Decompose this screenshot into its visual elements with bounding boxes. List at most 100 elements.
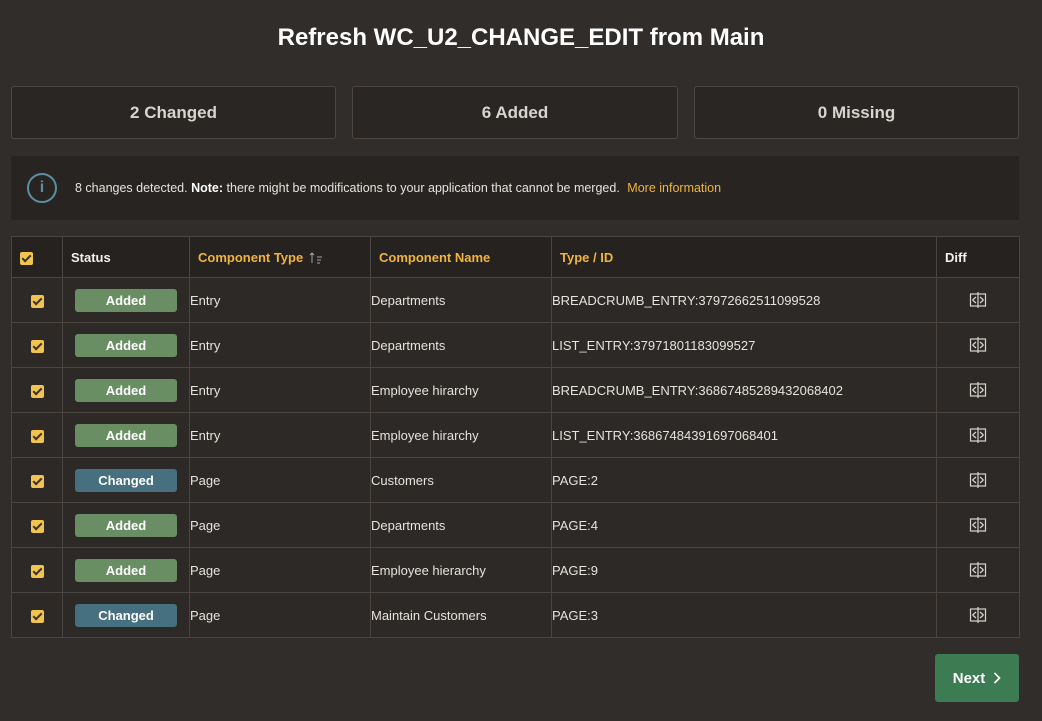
info-text-post: there might be modifications to your app… bbox=[226, 181, 620, 195]
status-cell: Added bbox=[62, 502, 190, 548]
select-all-checkbox[interactable] bbox=[20, 251, 33, 265]
next-button[interactable]: Next bbox=[935, 654, 1019, 702]
diff-cell[interactable] bbox=[936, 322, 1020, 368]
row-select-cell[interactable] bbox=[11, 502, 63, 548]
select-all-header[interactable] bbox=[11, 236, 63, 278]
status-badge: Added bbox=[75, 423, 177, 447]
compare-icon[interactable] bbox=[969, 471, 987, 489]
row-select-cell[interactable] bbox=[11, 322, 63, 368]
type-id-header[interactable]: Type / ID bbox=[551, 236, 937, 278]
row-checkbox[interactable] bbox=[30, 609, 44, 623]
component-type-cell: Entry bbox=[189, 322, 371, 368]
status-badge: Added bbox=[75, 288, 177, 312]
component-type-cell: Page bbox=[189, 502, 371, 548]
status-badge: Changed bbox=[75, 603, 177, 627]
diff-cell[interactable] bbox=[936, 457, 1020, 503]
table-row: Added Entry Employee hirarchy LIST_ENTRY… bbox=[11, 412, 1020, 458]
diff-cell[interactable] bbox=[936, 277, 1020, 323]
component-name-cell: Departments bbox=[370, 502, 552, 548]
status-badge: Added bbox=[75, 513, 177, 537]
table-row: Changed Page Maintain Customers PAGE:3 bbox=[11, 592, 1020, 638]
added-summary-card[interactable]: 6 Added bbox=[352, 86, 678, 139]
type-id-cell: PAGE:4 bbox=[551, 502, 937, 548]
type-id-cell: PAGE:3 bbox=[551, 592, 937, 638]
status-cell: Added bbox=[62, 322, 190, 368]
component-name-cell: Employee hierarchy bbox=[370, 547, 552, 593]
diff-cell[interactable] bbox=[936, 412, 1020, 458]
component-type-cell: Entry bbox=[189, 412, 371, 458]
component-type-cell: Page bbox=[189, 592, 371, 638]
status-badge: Added bbox=[75, 558, 177, 582]
added-count: 6 Added bbox=[481, 102, 549, 122]
missing-summary-card[interactable]: 0 Missing bbox=[694, 86, 1019, 139]
row-checkbox[interactable] bbox=[30, 474, 44, 488]
table-row: Added Entry Departments BREADCRUMB_ENTRY… bbox=[11, 277, 1020, 323]
component-name-cell: Employee hirarchy bbox=[370, 367, 552, 413]
status-cell: Added bbox=[62, 412, 190, 458]
row-checkbox[interactable] bbox=[30, 384, 44, 398]
compare-icon[interactable] bbox=[969, 516, 987, 534]
compare-icon[interactable] bbox=[969, 381, 987, 399]
row-select-cell[interactable] bbox=[11, 592, 63, 638]
compare-icon[interactable] bbox=[969, 291, 987, 309]
table-header-row: Status Component Type Component Name Typ… bbox=[11, 236, 1020, 278]
changed-summary-card[interactable]: 2 Changed bbox=[11, 86, 336, 139]
component-name-cell: Departments bbox=[370, 322, 552, 368]
status-badge: Changed bbox=[75, 468, 177, 492]
status-cell: Added bbox=[62, 277, 190, 323]
info-text-pre: 8 changes detected. bbox=[75, 181, 188, 195]
table-row: Added Page Departments PAGE:4 bbox=[11, 502, 1020, 548]
row-select-cell[interactable] bbox=[11, 367, 63, 413]
chevron-right-icon bbox=[994, 672, 1001, 684]
type-id-cell: BREADCRUMB_ENTRY:36867485289432068402 bbox=[551, 367, 937, 413]
compare-icon[interactable] bbox=[969, 426, 987, 444]
compare-icon[interactable] bbox=[969, 336, 987, 354]
component-type-cell: Page bbox=[189, 457, 371, 503]
row-select-cell[interactable] bbox=[11, 547, 63, 593]
row-select-cell[interactable] bbox=[11, 457, 63, 503]
row-select-cell[interactable] bbox=[11, 277, 63, 323]
row-checkbox[interactable] bbox=[30, 429, 44, 443]
component-name-header[interactable]: Component Name bbox=[370, 236, 552, 278]
row-checkbox[interactable] bbox=[30, 564, 44, 578]
table-row: Added Page Employee hierarchy PAGE:9 bbox=[11, 547, 1020, 593]
table-row: Added Entry Employee hirarchy BREADCRUMB… bbox=[11, 367, 1020, 413]
changed-count: 2 Changed bbox=[130, 102, 217, 122]
component-type-header[interactable]: Component Type bbox=[189, 236, 371, 278]
info-banner: i 8 changes detected. Note: there might … bbox=[11, 156, 1019, 220]
changes-table: Status Component Type Component Name Typ… bbox=[11, 236, 1020, 638]
status-cell: Added bbox=[62, 367, 190, 413]
status-badge: Added bbox=[75, 333, 177, 357]
row-checkbox[interactable] bbox=[30, 519, 44, 533]
type-id-cell: LIST_ENTRY:36867484391697068401 bbox=[551, 412, 937, 458]
diff-cell[interactable] bbox=[936, 592, 1020, 638]
row-select-cell[interactable] bbox=[11, 412, 63, 458]
diff-cell[interactable] bbox=[936, 502, 1020, 548]
component-name-cell: Maintain Customers bbox=[370, 592, 552, 638]
compare-icon[interactable] bbox=[969, 561, 987, 579]
compare-icon[interactable] bbox=[969, 606, 987, 624]
row-checkbox[interactable] bbox=[30, 339, 44, 353]
missing-count: 0 Missing bbox=[817, 102, 896, 122]
more-information-link[interactable]: More information bbox=[627, 181, 721, 195]
diff-cell[interactable] bbox=[936, 547, 1020, 593]
type-id-cell: LIST_ENTRY:37971801183099527 bbox=[551, 322, 937, 368]
table-row: Added Entry Departments LIST_ENTRY:37971… bbox=[11, 322, 1020, 368]
component-type-cell: Entry bbox=[189, 277, 371, 323]
component-type-cell: Entry bbox=[189, 367, 371, 413]
sort-ascending-icon[interactable] bbox=[309, 252, 325, 264]
diff-cell[interactable] bbox=[936, 367, 1020, 413]
type-id-cell: BREADCRUMB_ENTRY:37972662511099528 bbox=[551, 277, 937, 323]
row-checkbox[interactable] bbox=[30, 294, 44, 308]
status-cell: Added bbox=[62, 547, 190, 593]
component-name-cell: Employee hirarchy bbox=[370, 412, 552, 458]
component-type-header-label: Component Type bbox=[198, 249, 304, 265]
diff-header: Diff bbox=[936, 236, 1020, 278]
status-badge: Added bbox=[75, 378, 177, 402]
status-header[interactable]: Status bbox=[62, 236, 190, 278]
info-text: 8 changes detected. Note: there might be… bbox=[75, 181, 721, 195]
type-id-cell: PAGE:9 bbox=[551, 547, 937, 593]
status-cell: Changed bbox=[62, 457, 190, 503]
status-cell: Changed bbox=[62, 592, 190, 638]
next-button-label: Next bbox=[952, 669, 986, 687]
